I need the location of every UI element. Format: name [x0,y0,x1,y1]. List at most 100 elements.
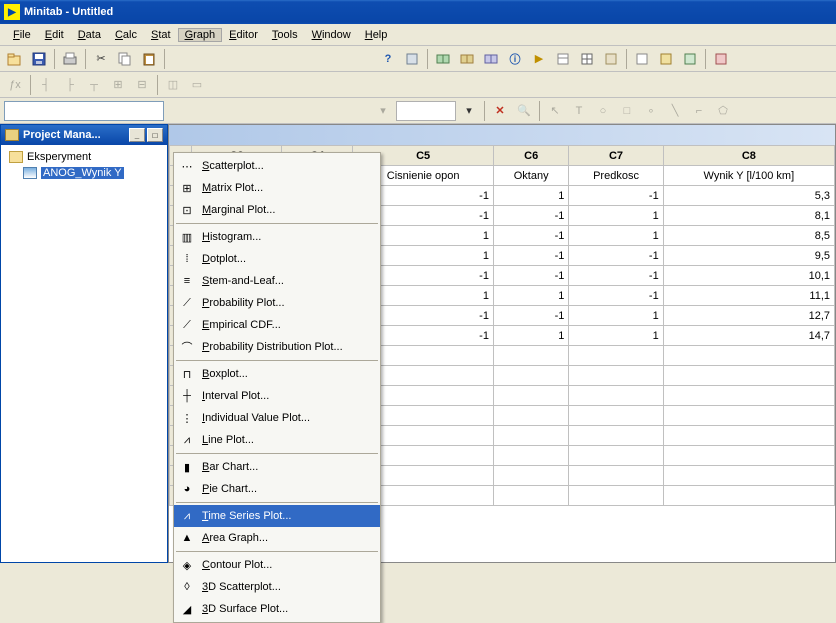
menu-stat[interactable]: Stat [144,29,178,41]
tool-icon-2[interactable] [432,48,454,70]
cell[interactable]: -1 [493,266,568,286]
cell[interactable] [569,446,663,466]
menu-file[interactable]: File [6,29,38,41]
menu-edit[interactable]: Edit [38,29,71,41]
menu-item-marginal-plot-[interactable]: ⊡Marginal Plot... [174,199,380,221]
menu-item-time-series-plot-[interactable]: ⩘Time Series Plot... [174,505,380,527]
info-icon[interactable]: ⓘ [504,48,526,70]
menu-item-empirical-cdf-[interactable]: ⟋Empirical CDF... [174,314,380,336]
tool-icon-6[interactable] [576,48,598,70]
tool-icon-11[interactable] [710,48,732,70]
menu-item-boxplot-[interactable]: ⊓Boxplot... [174,363,380,385]
cell[interactable] [493,346,568,366]
menu-item-matrix-plot-[interactable]: ⊞Matrix Plot... [174,177,380,199]
cell[interactable] [663,346,834,366]
combo-box[interactable] [396,101,456,121]
menu-item-3d-surface-plot-[interactable]: ◢3D Surface Plot... [174,598,380,620]
cell[interactable]: 1 [569,206,663,226]
cell[interactable]: -1 [493,246,568,266]
menu-item-line-plot-[interactable]: ⩘Line Plot... [174,429,380,451]
menu-tools[interactable]: Tools [265,29,305,41]
cell[interactable] [663,406,834,426]
tool-icon-7[interactable] [600,48,622,70]
menu-item-area-graph-[interactable]: ▲Area Graph... [174,527,380,549]
cut-icon[interactable]: ✂ [90,48,112,70]
tool-icon-8[interactable] [631,48,653,70]
play-icon[interactable]: ▶ [528,48,550,70]
column-header[interactable]: Wynik Y [l/100 km] [663,166,834,186]
menu-item-probability-distribution-plot-[interactable]: ⌒Probability Distribution Plot... [174,336,380,358]
cell[interactable] [569,466,663,486]
menu-item-3d-scatterplot-[interactable]: ◊3D Scatterplot... [174,576,380,598]
menu-item-interval-plot-[interactable]: ┼Interval Plot... [174,385,380,407]
copy-icon[interactable] [114,48,136,70]
cell[interactable]: 8,5 [663,226,834,246]
tool-icon-1[interactable] [401,48,423,70]
cell[interactable]: 8,1 [663,206,834,226]
maximize-button[interactable]: □ [147,128,163,142]
column-header[interactable]: Oktany [493,166,568,186]
column-id[interactable]: C6 [493,146,568,166]
cell[interactable] [569,346,663,366]
cell[interactable] [663,486,834,506]
column-id[interactable]: C8 [663,146,834,166]
cell[interactable]: -1 [569,266,663,286]
cell[interactable]: 1 [569,306,663,326]
menu-help[interactable]: Help [358,29,395,41]
cell[interactable] [569,486,663,506]
cell[interactable] [663,366,834,386]
cell[interactable] [569,426,663,446]
worksheet-titlebar[interactable] [169,125,835,145]
menu-item-scatterplot-[interactable]: ⋯Scatterplot... [174,155,380,177]
cell[interactable]: 14,7 [663,326,834,346]
cell[interactable]: -1 [569,286,663,306]
cell[interactable]: -1 [493,226,568,246]
cell[interactable] [663,466,834,486]
menu-editor[interactable]: Editor [222,29,265,41]
cell[interactable] [663,386,834,406]
cell[interactable] [493,446,568,466]
open-icon[interactable] [4,48,26,70]
cell[interactable] [493,466,568,486]
minimize-button[interactable]: _ [129,128,145,142]
menu-data[interactable]: Data [71,29,108,41]
menu-item-contour-plot-[interactable]: ◈Contour Plot... [174,554,380,576]
cell[interactable] [493,366,568,386]
menu-item-stem-and-leaf-[interactable]: ≡Stem-and-Leaf... [174,270,380,292]
menu-item-bar-chart-[interactable]: ▮Bar Chart... [174,456,380,478]
menu-calc[interactable]: Calc [108,29,144,41]
dropdown-arrow-icon[interactable]: ▾ [458,100,480,122]
tool-icon-3[interactable] [456,48,478,70]
cell[interactable]: -1 [569,186,663,206]
cell[interactable]: 1 [569,326,663,346]
tool-icon-5[interactable] [552,48,574,70]
clear-icon[interactable]: ✕ [489,100,511,122]
menu-item-dotplot-[interactable]: ⁞Dotplot... [174,248,380,270]
cell[interactable]: -1 [493,306,568,326]
cell[interactable] [569,386,663,406]
cell[interactable]: -1 [493,206,568,226]
cell[interactable]: 1 [493,326,568,346]
menu-graph[interactable]: Graph [178,28,223,42]
paste-icon[interactable] [138,48,160,70]
column-id[interactable]: C7 [569,146,663,166]
save-icon[interactable] [28,48,50,70]
tool-icon-9[interactable] [655,48,677,70]
tree-item-0[interactable]: Eksperyment [5,149,163,165]
column-header[interactable]: Predkosc [569,166,663,186]
cell[interactable] [493,486,568,506]
cell[interactable]: 11,1 [663,286,834,306]
menu-window[interactable]: Window [305,29,358,41]
tree-item-1[interactable]: ANOG_Wynik Y [5,165,163,181]
cell[interactable] [663,446,834,466]
cell[interactable]: 5,3 [663,186,834,206]
menu-item-histogram-[interactable]: ▥Histogram... [174,226,380,248]
menu-item-pie-chart-[interactable]: ◕Pie Chart... [174,478,380,500]
tool-icon-10[interactable] [679,48,701,70]
cell[interactable] [569,366,663,386]
cell[interactable] [493,426,568,446]
menu-item-individual-value-plot-[interactable]: ⋮Individual Value Plot... [174,407,380,429]
cell[interactable]: 1 [493,186,568,206]
cell[interactable] [569,406,663,426]
cell[interactable] [493,406,568,426]
